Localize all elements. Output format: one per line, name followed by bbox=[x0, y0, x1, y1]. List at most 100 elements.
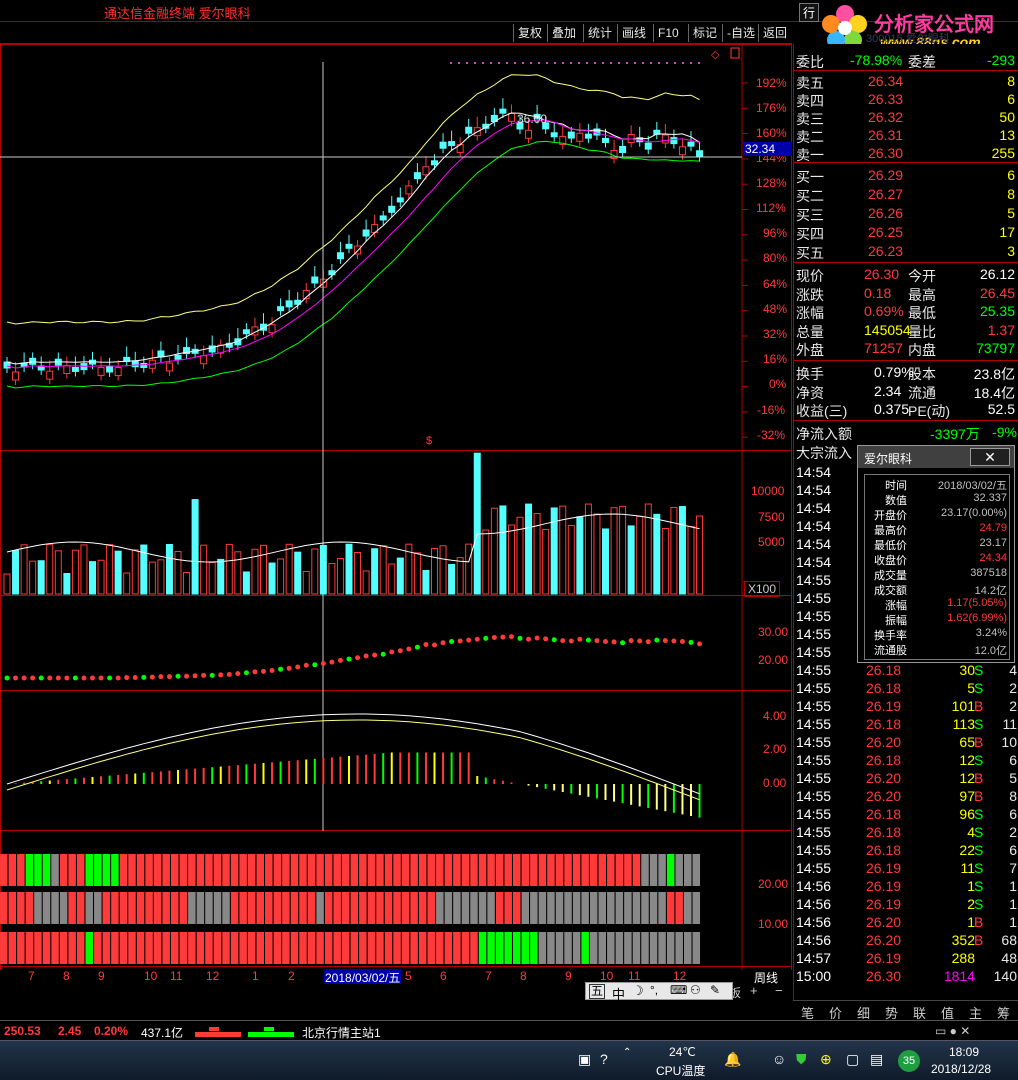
tick-count: 68 bbox=[1001, 932, 1017, 948]
add-icon[interactable]: ⊕ bbox=[820, 1051, 832, 1068]
signal-block bbox=[247, 892, 256, 924]
signal-block bbox=[290, 854, 299, 886]
ime-keyboard-icon[interactable]: ⌨ bbox=[670, 983, 687, 997]
date-tick: 7 bbox=[485, 969, 492, 983]
ask-label: 卖三 bbox=[796, 111, 824, 127]
signal-block bbox=[418, 932, 427, 964]
candle bbox=[200, 355, 208, 365]
candle bbox=[584, 133, 592, 139]
signal-block bbox=[384, 854, 393, 886]
date-tick: 9 bbox=[98, 969, 105, 983]
signal-block bbox=[624, 854, 632, 886]
back-button[interactable]: 返回 bbox=[758, 24, 792, 42]
tick-side: S bbox=[974, 680, 984, 696]
corner-button[interactable]: 行 bbox=[799, 3, 820, 22]
stat-value: 73797 bbox=[976, 340, 1015, 356]
ask-price: 26.32 bbox=[868, 109, 904, 125]
tick-price: 26.30 bbox=[866, 968, 902, 984]
volume-bar bbox=[627, 525, 635, 595]
signal-block bbox=[282, 854, 290, 886]
ime-user-icon[interactable]: ⚇ bbox=[690, 983, 701, 997]
volume-bar bbox=[97, 559, 105, 595]
badge-icon[interactable]: 35 bbox=[898, 1050, 920, 1072]
volume-bar bbox=[388, 563, 396, 595]
date-tick: 12 bbox=[206, 969, 220, 983]
tick-count: 1 bbox=[1009, 878, 1017, 894]
add-watchlist-button[interactable]: -自选 bbox=[722, 24, 759, 42]
ime-wubi-icon[interactable]: 五 bbox=[589, 984, 606, 999]
statistics-button[interactable]: 统计 bbox=[583, 24, 617, 42]
signal-block bbox=[495, 932, 504, 964]
signal-block bbox=[521, 854, 530, 886]
volume-bar bbox=[319, 544, 327, 595]
ime-tray-icon[interactable]: ▣ bbox=[578, 1051, 591, 1068]
tray-expand-icon[interactable]: ⌃ bbox=[623, 1047, 631, 1058]
server-name[interactable]: 北京行情主站1 bbox=[302, 1024, 381, 1041]
tick-volume: 22 bbox=[959, 842, 975, 858]
signal-block bbox=[222, 892, 230, 924]
signal-block bbox=[564, 932, 572, 964]
signal-block bbox=[436, 932, 444, 964]
dif-line bbox=[6, 713, 700, 795]
signal-block bbox=[418, 854, 427, 886]
ime-toolbar[interactable]: 五 中 ☽ °, ⌨ ⚇ ✎ bbox=[585, 982, 733, 1003]
ind1-dot bbox=[81, 675, 87, 681]
tick-row: 14:55 26.20 65 B 10 bbox=[794, 734, 1018, 752]
close-icon[interactable]: ✕ bbox=[970, 448, 1010, 466]
weibi-value: -78.98% bbox=[850, 52, 903, 68]
volume-bar bbox=[448, 563, 456, 595]
notification-icon[interactable]: 🔔 bbox=[724, 1051, 741, 1068]
mark-button[interactable]: 标记 bbox=[688, 24, 722, 42]
signal-block bbox=[521, 932, 530, 964]
zoom-in-button[interactable]: + bbox=[750, 983, 758, 998]
network-icon[interactable]: ▤ bbox=[870, 1051, 883, 1068]
signal-block bbox=[513, 932, 521, 964]
signal-block bbox=[34, 892, 42, 924]
shield-icon[interactable]: ⛊ bbox=[796, 1051, 807, 1068]
ime-chinese-icon[interactable]: 中 bbox=[612, 984, 625, 1003]
zoom-out-button[interactable]: − bbox=[775, 983, 783, 998]
volume-bar bbox=[661, 527, 669, 595]
tick-volume: 352 bbox=[951, 932, 975, 948]
ime-settings-icon[interactable]: ✎ bbox=[710, 983, 720, 997]
kline-chart[interactable]: $◇ bbox=[0, 44, 792, 970]
ind1-dot bbox=[543, 636, 549, 642]
candle bbox=[336, 252, 344, 260]
signal-block bbox=[0, 932, 8, 964]
volume-bar bbox=[567, 524, 575, 595]
ind1-dot bbox=[312, 662, 318, 668]
ma-line bbox=[6, 140, 700, 389]
volume-bar bbox=[148, 561, 156, 595]
window-icon[interactable]: ▢ bbox=[846, 1051, 859, 1068]
signal-block bbox=[555, 932, 564, 964]
volume-tick: 10000 bbox=[751, 484, 785, 498]
ask-price: 26.30 bbox=[868, 145, 904, 161]
signal-block bbox=[307, 932, 316, 964]
help-icon[interactable]: ? bbox=[600, 1051, 608, 1067]
restore-rights-button[interactable]: 复权 bbox=[513, 24, 547, 42]
f10-button[interactable]: F10 bbox=[653, 24, 683, 42]
ind1-dot bbox=[226, 671, 232, 677]
signal-block bbox=[128, 932, 136, 964]
volume-bar bbox=[371, 548, 379, 595]
ind1-dot bbox=[688, 639, 694, 645]
ime-punct-icon[interactable]: °, bbox=[650, 983, 658, 997]
ask-volume: 50 bbox=[999, 109, 1015, 125]
tick-price: 26.19 bbox=[866, 878, 902, 894]
user-icon[interactable]: ☺ bbox=[772, 1051, 786, 1067]
overlay-button[interactable]: 叠加 bbox=[547, 24, 581, 42]
price-tick: 128% bbox=[756, 176, 787, 190]
signal-block bbox=[59, 854, 68, 886]
signal-block bbox=[478, 892, 487, 924]
signal-block bbox=[290, 892, 299, 924]
ime-halfwidth-icon[interactable]: ☽ bbox=[632, 983, 644, 999]
draw-line-button[interactable]: 画线 bbox=[617, 24, 651, 42]
popup-value: 32.337 bbox=[973, 492, 1007, 504]
tick-volume: 113 bbox=[952, 716, 975, 732]
volume-bar bbox=[610, 507, 618, 595]
tick-price: 26.20 bbox=[866, 914, 902, 930]
data-popup[interactable]: 爱尔眼科 ✕ 时间 2018/03/02/五 数值 32.337 开盘价 23.17(0.… bbox=[857, 445, 1015, 663]
signal-block bbox=[649, 892, 658, 924]
signal-block bbox=[42, 854, 51, 886]
volume-bar bbox=[696, 515, 704, 595]
